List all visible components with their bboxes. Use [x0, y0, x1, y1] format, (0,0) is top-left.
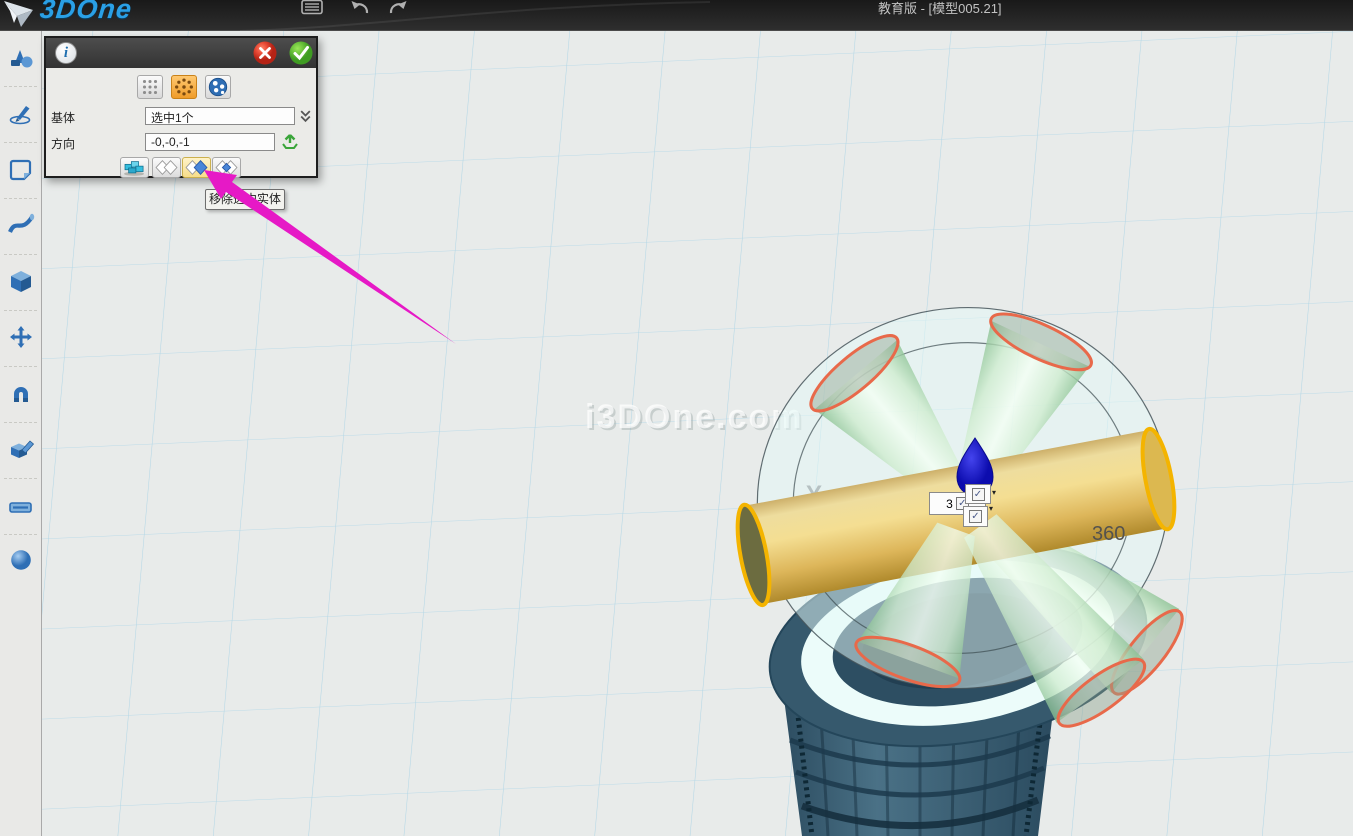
pattern-count-widget: 3 ✓ ✓ ▾ ✓ ▾: [929, 484, 995, 528]
divider: [4, 478, 37, 479]
dropdown-arrow-icon[interactable]: ▾: [989, 504, 993, 513]
create-new-solid-button[interactable]: [120, 157, 149, 178]
circular-pattern-button[interactable]: [171, 75, 197, 99]
chevron-double-down-icon[interactable]: [299, 109, 312, 123]
sidebar-item-sweep-feature[interactable]: [7, 211, 35, 239]
app-window: 3DOne 教育版 - [模型005.21]: [0, 0, 1353, 836]
divider: [4, 534, 37, 535]
divider: [4, 422, 37, 423]
title-bar: 3DOne 教育版 - [模型005.21]: [0, 0, 1353, 31]
info-icon[interactable]: i: [55, 42, 77, 64]
pick-direction-icon[interactable]: [281, 132, 299, 151]
linear-pattern-button[interactable]: [137, 75, 163, 99]
cancel-button[interactable]: [253, 41, 277, 65]
sidebar-item-move-transform[interactable]: [7, 324, 35, 352]
divider: [4, 86, 37, 87]
sidebar-item-measure[interactable]: [7, 493, 35, 521]
dropdown-arrow-icon[interactable]: ▾: [992, 488, 996, 497]
window-title: 教育版 - [模型005.21]: [878, 0, 1002, 17]
divider: [4, 310, 37, 311]
checkbox-icon[interactable]: ✓: [972, 488, 985, 501]
document-menu-icon[interactable]: [301, 0, 323, 15]
confirm-button[interactable]: [289, 41, 313, 65]
sidebar-item-snap-magnet[interactable]: [7, 379, 35, 407]
sphere-pattern-button[interactable]: [205, 75, 231, 99]
option-checkbox-top[interactable]: ✓: [965, 484, 991, 504]
add-to-solid-button[interactable]: [152, 157, 181, 178]
option-checkbox-bottom[interactable]: ✓: [963, 506, 988, 527]
divider: [4, 254, 37, 255]
direction-field-value[interactable]: -0,-0,-1: [145, 133, 275, 151]
sidebar-item-edit-solid[interactable]: [7, 436, 35, 464]
pattern-dialog: i: [44, 36, 318, 178]
sidebar-item-render-material[interactable]: [7, 546, 35, 574]
watermark: i3DOne.com: [585, 398, 803, 436]
base-field-label: 基体: [51, 109, 75, 126]
undo-icon[interactable]: [349, 0, 371, 15]
remove-from-solid-button[interactable]: [182, 157, 211, 178]
divider: [4, 366, 37, 367]
sidebar-item-feature-solid[interactable]: [7, 268, 35, 296]
app-logo-icon: [2, 0, 38, 30]
intersect-solid-button[interactable]: [212, 157, 241, 178]
pattern-count-value: 3: [946, 497, 953, 511]
tooltip: 移除选中实体: [205, 189, 285, 210]
sidebar-item-sketch-plane[interactable]: [7, 156, 35, 184]
divider: [4, 142, 37, 143]
sweep-angle-label: 360: [1092, 523, 1125, 545]
divider: [4, 198, 37, 199]
app-logo-text: 3DOne: [38, 0, 133, 25]
dialog-title-bar: i: [46, 38, 316, 68]
sidebar-item-sketch-draw[interactable]: [7, 99, 35, 127]
checkbox-icon[interactable]: ✓: [969, 510, 982, 523]
direction-field-label: 方向: [51, 135, 75, 152]
sidebar-item-basic-solids[interactable]: [7, 44, 35, 72]
redo-icon[interactable]: [387, 0, 409, 15]
base-field-value[interactable]: 选中1个: [145, 107, 295, 125]
left-toolbar: [0, 31, 42, 836]
